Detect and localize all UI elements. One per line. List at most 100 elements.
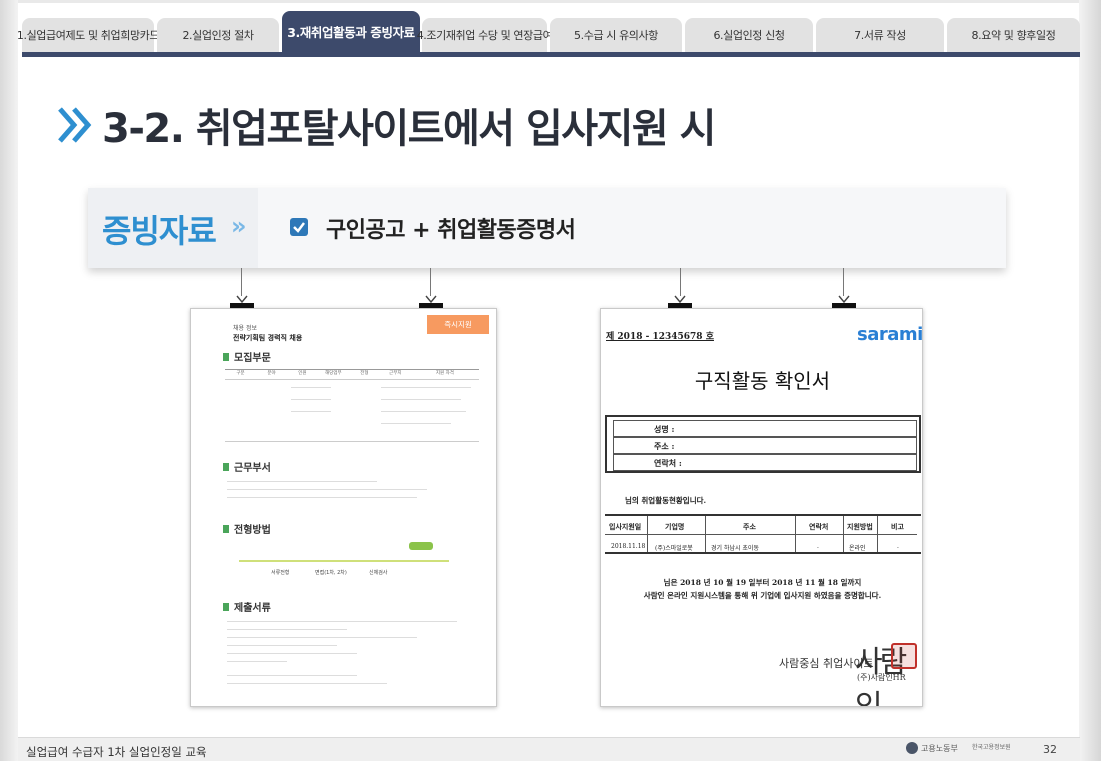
- table-header-cell: 인원: [298, 371, 307, 376]
- table-divider: [705, 516, 706, 552]
- text-placeholder-line: [381, 411, 466, 412]
- tab-label: 5.수급 시 유의사항: [574, 29, 658, 42]
- text-placeholder-line: [291, 399, 331, 400]
- text-placeholder-line: [227, 683, 387, 684]
- recruit-table: 구분 분야 인원 해당업무 전형 근무지 지원 자격: [225, 369, 479, 441]
- table-cell: 온라인: [849, 545, 866, 552]
- page-number: 32: [1043, 743, 1057, 756]
- title-row: 3-2. 취업포탈사이트에서 입사지원 시: [56, 95, 716, 155]
- certificate-number: 제 2018 - 12345678 호: [606, 332, 714, 342]
- ministry-logo: 고용노동부: [906, 741, 966, 755]
- chapter-tab-bar: 1.실업급여제도 및 취업희망카드 2.실업인정 절차 3.재취업활동과 증빙자…: [17, 11, 1080, 56]
- process-step: 신체검사: [369, 570, 388, 576]
- job-posting-document: 채용 정보 전략기획팀 경력직 채용 즉시지원 모집부문 구분 분야 인원 해당…: [190, 308, 497, 707]
- section-label: 전형방법: [234, 525, 271, 536]
- table-cell: 2018.11.18: [611, 543, 646, 550]
- tab-label: 3.재취업활동과 증빙자료: [287, 25, 415, 40]
- table-divider: [795, 516, 796, 552]
- evidence-banner: 증빙자료 » 구인공고 + 취업활동증명서: [88, 188, 1006, 268]
- text-placeholder-line: [227, 621, 457, 622]
- text-placeholder-line: [381, 387, 471, 388]
- text-placeholder-line: [227, 637, 417, 638]
- text-placeholder-line: [227, 675, 357, 676]
- table-header-cell: 주소: [743, 522, 756, 531]
- text-placeholder-line: [381, 399, 461, 400]
- posting-header: 채용 정보: [233, 325, 257, 332]
- section-label: 근무부서: [234, 463, 271, 474]
- field-row: 연락처 :: [613, 454, 917, 471]
- section-bullet-icon: [223, 524, 229, 533]
- hanging-wire: [430, 268, 431, 296]
- process-marker: [409, 542, 433, 550]
- tab-label: 7.서류 작성: [854, 29, 906, 42]
- page-title: 3-2. 취업포탈사이트에서 입사지원 시: [102, 106, 716, 152]
- field-label: 성명 :: [654, 424, 675, 434]
- posting-subtitle: 전략기획팀 경력직 채용: [233, 334, 303, 342]
- section-bullet-icon: [223, 352, 229, 361]
- checkbox-icon: [290, 218, 308, 236]
- table-header-cell: 근무지: [389, 371, 402, 376]
- text-placeholder-line: [381, 423, 451, 424]
- text-placeholder-line: [227, 645, 337, 646]
- table-divider: [843, 516, 844, 552]
- course-title: 실업급여 수급자 1차 실업인정일 교육: [26, 745, 207, 759]
- table-header-cell: 비고: [891, 522, 904, 531]
- tab-8[interactable]: 8.요약 및 향후일정: [947, 18, 1080, 52]
- certificate-title: 구직활동 확인서: [694, 369, 831, 393]
- table-cell: 경기 하남시 초이동: [711, 545, 759, 552]
- process-line: [239, 560, 449, 562]
- section-bullet-icon: [223, 602, 229, 611]
- section-process: 전형방법: [223, 521, 271, 536]
- section-label: 제출서류: [234, 603, 271, 614]
- tab-4[interactable]: 4.조기재취업 수당 및 연장급여: [417, 18, 553, 52]
- tab-3-active[interactable]: 3.재취업활동과 증빙자료: [282, 11, 420, 52]
- apply-badge: 즉시지원: [427, 315, 489, 334]
- tab-label: 6.실업인정 신청: [713, 29, 785, 42]
- tab-5[interactable]: 5.수급 시 유의사항: [550, 18, 682, 52]
- table-divider: [647, 516, 648, 552]
- table-header-cell: 입사지원일: [609, 522, 642, 531]
- text-placeholder-line: [227, 497, 417, 498]
- application-table: 입사지원일 기업명 주소 연락처 지원방법 비고 2018.11.18 (주)스…: [605, 514, 921, 554]
- agency-logo: 한국고용정보원: [972, 744, 1011, 751]
- section-department: 근무부서: [223, 459, 271, 474]
- table-header-cell: 전형: [360, 371, 369, 376]
- certificate-note: 님은 2018 년 10 월 19 일부터 2018 년 11 월 18 일까지: [663, 578, 862, 587]
- evidence-label: 증빙자료: [102, 212, 217, 250]
- text-placeholder-line: [227, 661, 287, 662]
- right-shadow: [1079, 0, 1101, 761]
- table-divider: [877, 516, 878, 552]
- table-header-cell: 분야: [267, 371, 276, 376]
- field-row: 성명 :: [613, 420, 917, 437]
- double-chevron-icon: [58, 107, 92, 143]
- field-label: 연락처 :: [654, 458, 682, 468]
- text-placeholder-line: [227, 629, 347, 630]
- table-header-cell: 연락처: [809, 522, 829, 531]
- table-header: 구분 분야 인원 해당업무 전형 근무지 지원 자격: [225, 370, 479, 380]
- hanging-wire: [680, 268, 681, 296]
- tab-6[interactable]: 6.실업인정 신청: [685, 18, 813, 52]
- tab-2[interactable]: 2.실업인정 절차: [157, 18, 279, 52]
- chevron-right-icon: »: [231, 212, 247, 240]
- tab-7[interactable]: 7.서류 작성: [816, 18, 944, 52]
- signature-company: (주)사람인HR: [857, 673, 906, 682]
- table-cell: .: [897, 543, 899, 550]
- text-placeholder-line: [227, 489, 427, 490]
- top-border: [0, 0, 1101, 3]
- tab-label: 8.요약 및 향후일정: [971, 29, 1056, 42]
- ministry-name: 고용노동부: [921, 743, 958, 753]
- seal-stamp-icon: [891, 643, 917, 669]
- text-placeholder-line: [291, 387, 331, 388]
- section-documents: 제출서류: [223, 599, 271, 614]
- table-bottom-rule: [225, 441, 479, 442]
- ministry-emblem-icon: [906, 742, 918, 754]
- left-shadow: [0, 0, 18, 761]
- section-recruit: 모집부문: [223, 349, 271, 364]
- job-activity-certificate: 제 2018 - 12345678 호 saramin 구직활동 확인서 성명 …: [600, 308, 923, 707]
- table-header-cell: 기업명: [665, 522, 685, 531]
- saramin-logo: saramin: [857, 324, 923, 345]
- tab-label: 1.실업급여제도 및 취업희망카드: [16, 29, 160, 42]
- tab-1[interactable]: 1.실업급여제도 및 취업희망카드: [17, 18, 160, 52]
- table-divider: [605, 534, 917, 535]
- text-placeholder-line: [227, 653, 357, 654]
